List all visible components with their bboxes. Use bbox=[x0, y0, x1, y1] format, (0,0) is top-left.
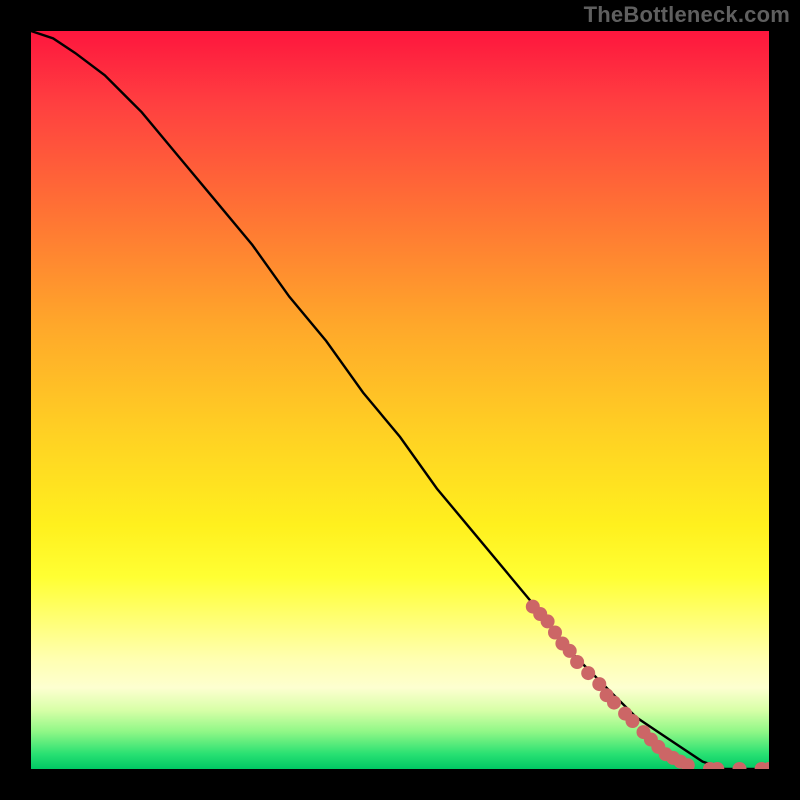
data-point bbox=[626, 714, 640, 728]
chart-frame: TheBottleneck.com bbox=[0, 0, 800, 800]
data-point bbox=[581, 666, 595, 680]
bottleneck-curve bbox=[31, 31, 769, 769]
curve-svg bbox=[31, 31, 769, 769]
curve-markers bbox=[526, 600, 769, 769]
data-point bbox=[733, 762, 747, 769]
watermark-text: TheBottleneck.com bbox=[584, 2, 790, 28]
plot-area bbox=[31, 31, 769, 769]
data-point bbox=[570, 655, 584, 669]
data-point bbox=[607, 696, 621, 710]
